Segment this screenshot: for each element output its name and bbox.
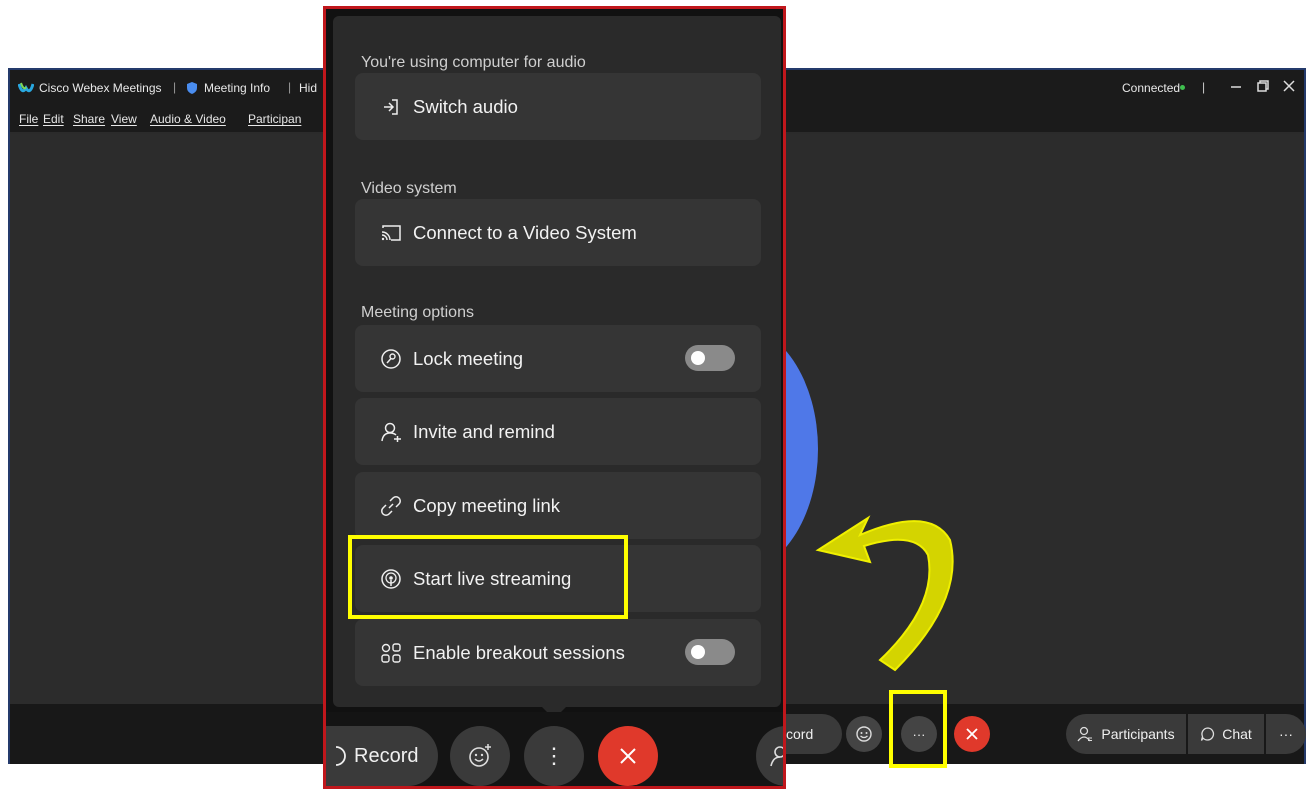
title-separator: |	[288, 80, 292, 94]
video-section-label: Video system	[361, 180, 457, 197]
chat-button[interactable]: Chat	[1188, 714, 1264, 754]
menu-share[interactable]: Share	[73, 112, 105, 126]
restore-icon[interactable]	[1257, 80, 1269, 92]
meeting-info-button[interactable]: Meeting Info	[204, 81, 270, 95]
connection-status: Connected	[1122, 81, 1181, 95]
smiley-icon	[469, 744, 491, 767]
lock-meeting-item[interactable]: Lock meeting	[355, 325, 761, 392]
participants-button-zoomed[interactable]	[756, 726, 783, 786]
reactions-button[interactable]	[846, 716, 882, 752]
reactions-button-zoomed[interactable]	[450, 726, 510, 786]
zoomed-popup: You're using computer for audio Switch a…	[323, 6, 786, 789]
more-options-label-zoomed: ⋮	[543, 743, 565, 768]
switch-audio-icon	[379, 95, 403, 119]
audio-section-label: You're using computer for audio	[361, 54, 586, 71]
toggle-knob	[691, 645, 705, 659]
title-separator: |	[1202, 80, 1206, 94]
status-dot-icon	[1180, 85, 1185, 90]
app-title: Cisco Webex Meetings	[39, 81, 162, 95]
menu-view[interactable]: View	[111, 112, 137, 126]
connect-video-label: Connect to a Video System	[413, 221, 637, 243]
close-icon	[966, 728, 978, 740]
invite-remind-label: Invite and remind	[413, 420, 555, 442]
panel-more-button[interactable]: ···	[1266, 714, 1306, 754]
arrow-icon	[815, 515, 954, 672]
participants-icon	[1077, 726, 1093, 742]
more-button-highlight	[889, 690, 947, 768]
webex-logo-icon	[18, 82, 34, 93]
menu-edit[interactable]: Edit	[43, 112, 64, 126]
add-person-icon	[379, 420, 403, 444]
switch-audio-button[interactable]: Switch audio	[355, 73, 761, 140]
menu-audio-video[interactable]: Audio & Video	[150, 112, 226, 126]
breakout-toggle[interactable]	[685, 639, 735, 665]
close-icon[interactable]	[1283, 80, 1295, 92]
record-button-zoomed[interactable]: Record	[326, 726, 438, 786]
participants-label: Participants	[1101, 726, 1175, 742]
copy-link-label: Copy meeting link	[413, 494, 561, 516]
connect-video-system-button[interactable]: Connect to a Video System	[355, 199, 761, 266]
participants-button[interactable]: Participants	[1066, 714, 1186, 754]
close-icon	[620, 748, 636, 764]
breakout-label: Enable breakout sessions	[413, 641, 625, 663]
link-icon	[379, 494, 403, 518]
participants-icon	[770, 746, 783, 767]
chat-label: Chat	[1222, 726, 1252, 742]
meeting-options-section-label: Meeting options	[361, 304, 474, 321]
more-options-button-zoomed[interactable]: ⋮	[524, 726, 584, 786]
invite-remind-button[interactable]: Invite and remind	[355, 398, 761, 465]
record-icon	[335, 746, 346, 766]
toggle-knob	[691, 351, 705, 365]
lock-icon	[379, 347, 403, 371]
record-label-zoomed: Record	[354, 744, 419, 767]
shield-icon	[187, 82, 197, 94]
lock-meeting-toggle[interactable]	[685, 345, 735, 371]
cast-icon	[379, 221, 403, 245]
title-separator: |	[173, 80, 177, 94]
end-call-button[interactable]	[954, 716, 990, 752]
chat-icon	[1201, 727, 1215, 741]
menu-participants[interactable]: Participan	[248, 112, 301, 126]
breakout-sessions-item[interactable]: Enable breakout sessions	[355, 619, 761, 686]
menu-file[interactable]: File	[19, 112, 38, 126]
end-call-button-zoomed[interactable]	[598, 726, 658, 786]
record-label: cord	[786, 726, 814, 742]
hide-button[interactable]: Hid	[299, 81, 317, 95]
minimize-icon[interactable]	[1230, 82, 1242, 92]
live-streaming-highlight	[348, 535, 628, 619]
breakout-icon	[379, 641, 403, 665]
smiley-icon	[856, 726, 872, 742]
lock-meeting-label: Lock meeting	[413, 347, 524, 369]
copy-meeting-link-button[interactable]: Copy meeting link	[355, 472, 761, 539]
panel-more-label: ···	[1279, 726, 1293, 742]
switch-audio-label: Switch audio	[413, 95, 518, 117]
zoomed-controls-bar: Record ⋮	[326, 712, 783, 786]
